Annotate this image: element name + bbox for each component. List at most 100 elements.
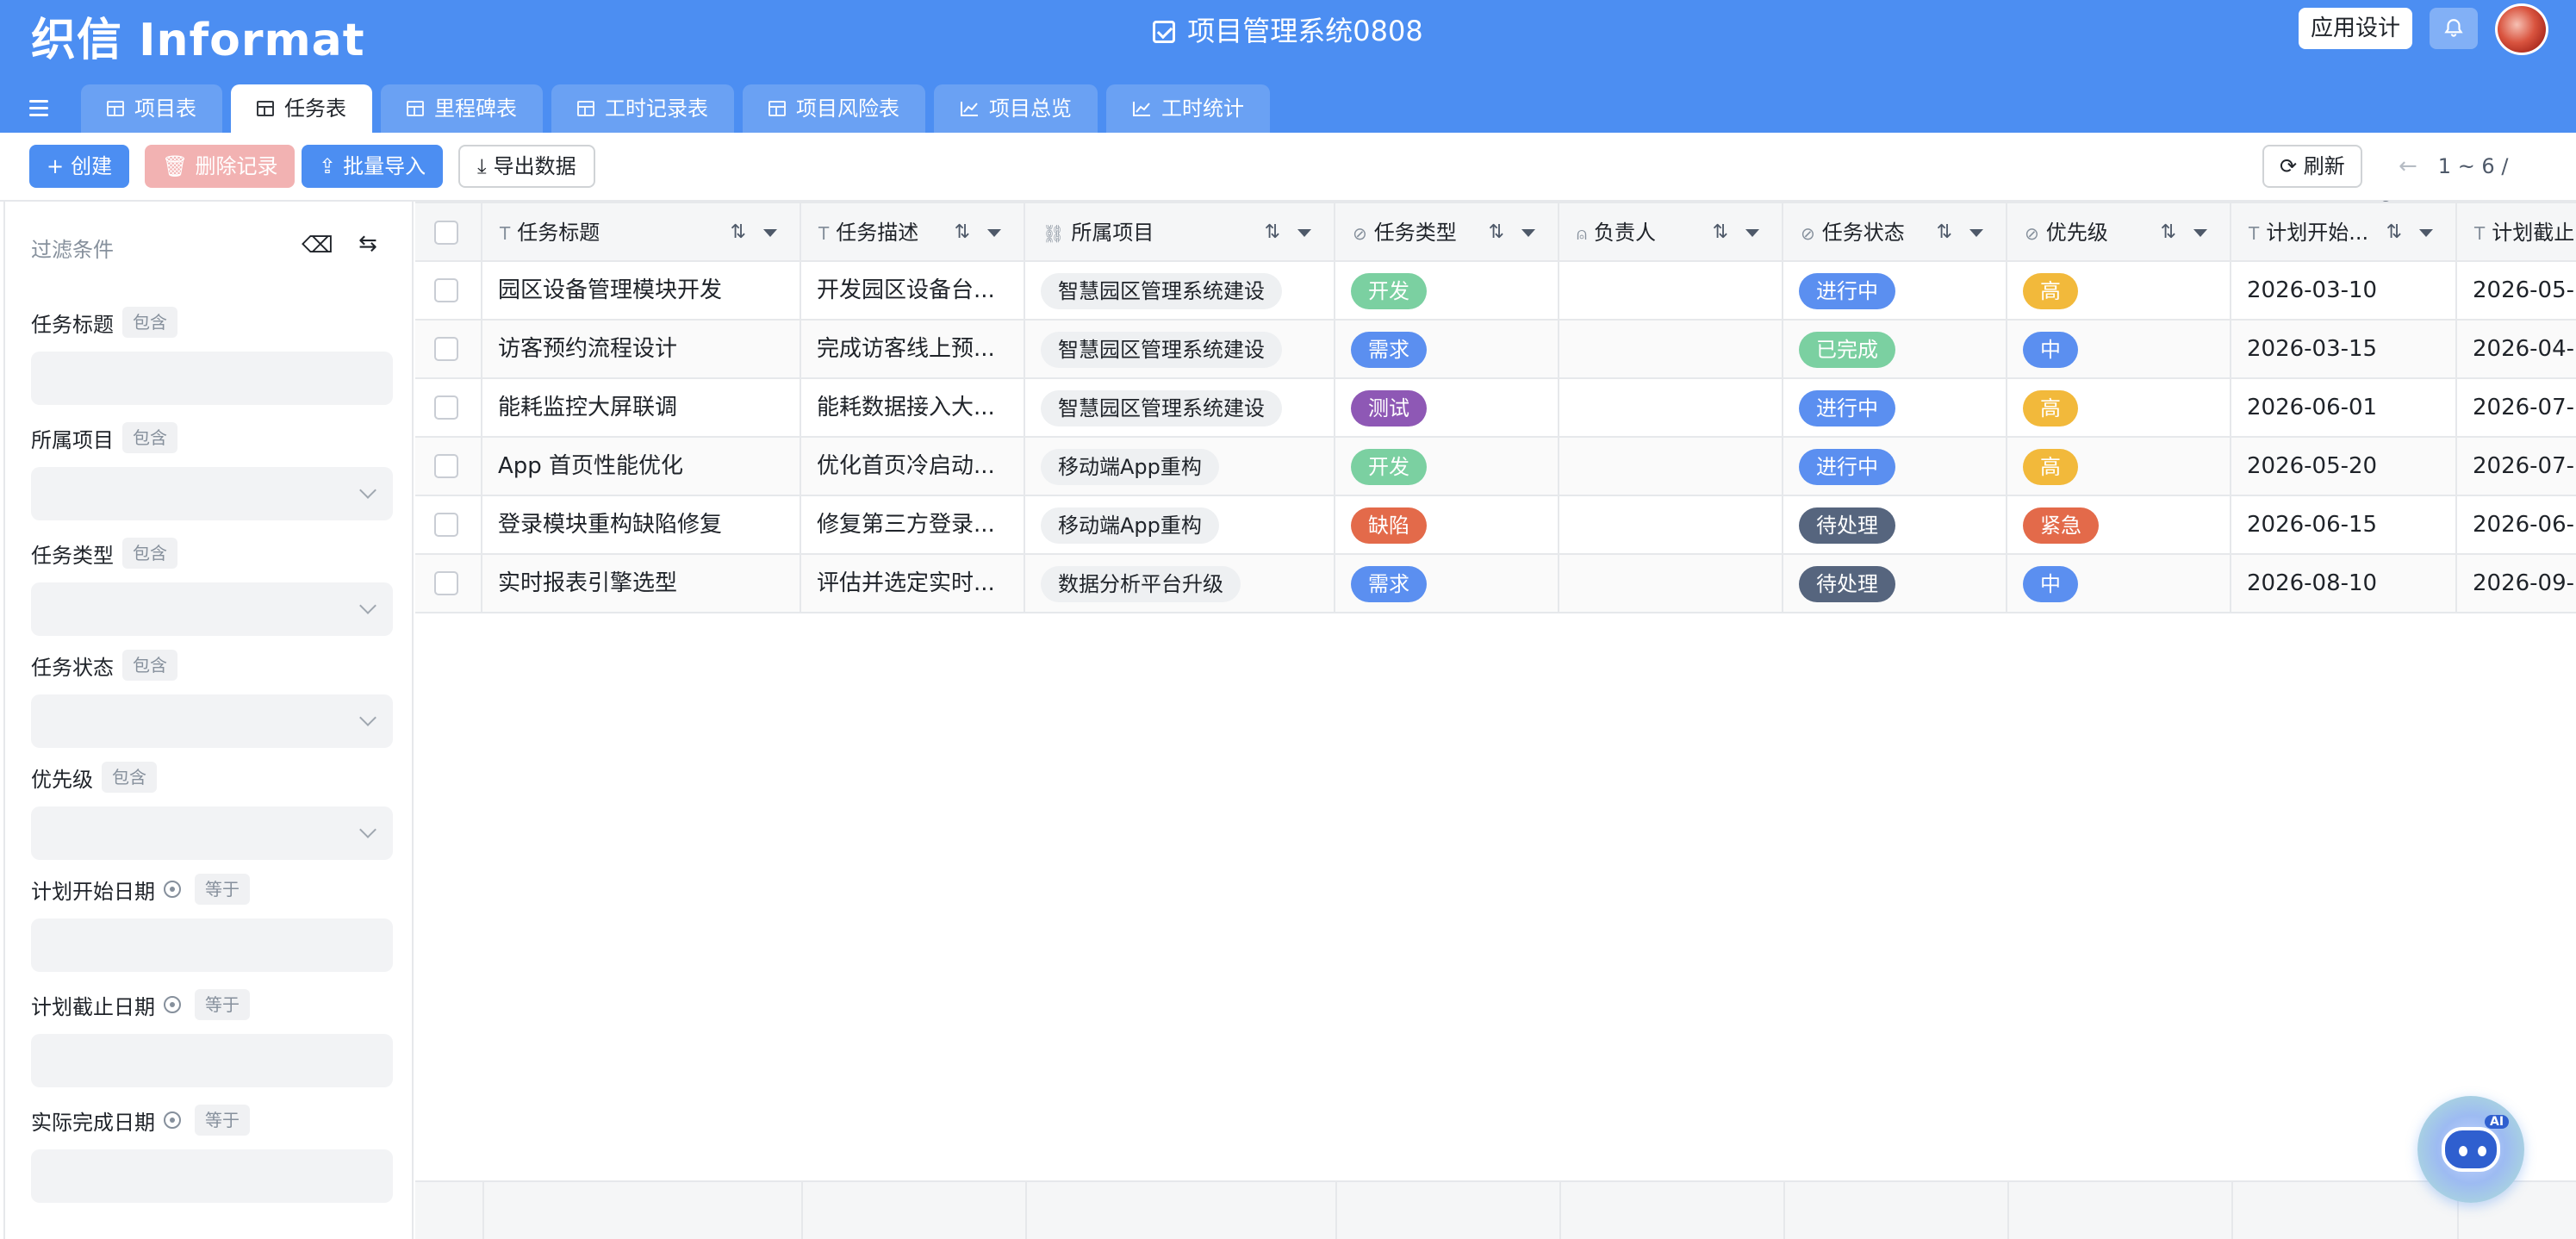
caret-down-icon[interactable] xyxy=(987,229,1001,237)
filter-input[interactable] xyxy=(31,352,393,405)
cell-desc[interactable]: 开发园区设备台... xyxy=(801,262,1025,319)
cell-start[interactable]: 2026-03-10 xyxy=(2231,262,2457,319)
cell-end[interactable]: 2026-05- xyxy=(2457,262,2576,319)
cell-end[interactable]: 2026-09- xyxy=(2457,555,2576,612)
cell-start[interactable]: 2026-06-01 xyxy=(2231,379,2457,436)
tab-item[interactable]: 工时记录表 xyxy=(551,84,734,133)
cell-title[interactable]: 访客预约流程设计 xyxy=(482,321,801,377)
caret-down-icon[interactable] xyxy=(763,229,777,237)
sort-icon[interactable]: ⇅ xyxy=(1265,203,1280,262)
cell-type[interactable]: 需求 xyxy=(1335,321,1559,377)
filter-select[interactable] xyxy=(31,467,393,520)
filter-operator[interactable]: 等于 xyxy=(195,874,250,905)
cell-status[interactable]: 进行中 xyxy=(1783,379,2007,436)
filter-select[interactable] xyxy=(31,582,393,636)
row-checkbox[interactable] xyxy=(434,395,458,420)
cell-end[interactable]: 2026-07- xyxy=(2457,379,2576,436)
cell-priority[interactable]: 紧急 xyxy=(2007,496,2231,553)
cell-desc[interactable]: 修复第三方登录... xyxy=(801,496,1025,553)
sort-icon[interactable]: ⇅ xyxy=(955,203,970,262)
filter-operator[interactable]: 包含 xyxy=(102,762,157,793)
cell-project[interactable]: 移动端App重构 xyxy=(1025,496,1335,553)
column-header[interactable]: T 计划开始... ⇅ xyxy=(2231,203,2457,262)
tab-item[interactable]: 工时统计 xyxy=(1106,84,1270,133)
swap-icon[interactable]: ⇆ xyxy=(358,231,377,257)
cell-priority[interactable]: 中 xyxy=(2007,321,2231,377)
sort-icon[interactable]: ⇅ xyxy=(1489,203,1504,262)
filter-operator[interactable]: 等于 xyxy=(195,1105,250,1136)
caret-down-icon[interactable] xyxy=(2193,229,2207,237)
table-row[interactable]: App 首页性能优化 优化首页冷启动... 移动端App重构 开发 进行中 高 2026-0… xyxy=(415,438,2576,496)
sort-icon[interactable]: ⇅ xyxy=(731,203,746,262)
caret-down-icon[interactable] xyxy=(1969,229,1983,237)
cell-type[interactable]: 测试 xyxy=(1335,379,1559,436)
app-design-button[interactable]: 应用设计 xyxy=(2299,8,2412,49)
row-checkbox[interactable] xyxy=(434,571,458,595)
cell-start[interactable]: 2026-08-10 xyxy=(2231,555,2457,612)
row-checkbox[interactable] xyxy=(434,337,458,361)
user-avatar[interactable] xyxy=(2495,3,2548,55)
cell-end[interactable]: 2026-06- xyxy=(2457,496,2576,553)
tab-item[interactable]: 项目风险表 xyxy=(743,84,925,133)
cell-type[interactable]: 开发 xyxy=(1335,262,1559,319)
cell-title[interactable]: App 首页性能优化 xyxy=(482,438,801,495)
cell-project[interactable]: 智慧园区管理系统建设 xyxy=(1025,321,1335,377)
notification-button[interactable] xyxy=(2430,8,2478,49)
cell-title[interactable]: 能耗监控大屏联调 xyxy=(482,379,801,436)
column-header[interactable]: ⊘ 任务状态 ⇅ xyxy=(1783,203,2007,262)
filter-select[interactable] xyxy=(31,694,393,748)
menu-icon[interactable] xyxy=(29,100,48,117)
sort-icon[interactable]: ⇅ xyxy=(2161,203,2176,262)
cell-desc[interactable]: 能耗数据接入大... xyxy=(801,379,1025,436)
sort-icon[interactable]: ⇅ xyxy=(2386,203,2402,262)
column-header[interactable]: ⛓ 所属项目 ⇅ xyxy=(1025,203,1335,262)
cell-status[interactable]: 进行中 xyxy=(1783,262,2007,319)
create-button[interactable]: + 创建 xyxy=(29,145,130,188)
table-row[interactable]: 园区设备管理模块开发 开发园区设备台... 智慧园区管理系统建设 开发 进行中 高 2026… xyxy=(415,262,2576,321)
table-row[interactable]: 访客预约流程设计 完成访客线上预... 智慧园区管理系统建设 需求 已完成 中 2026-0… xyxy=(415,321,2576,379)
cell-priority[interactable]: 高 xyxy=(2007,262,2231,319)
cell-owner[interactable] xyxy=(1559,379,1783,436)
cell-status[interactable]: 进行中 xyxy=(1783,438,2007,495)
cell-status[interactable]: 待处理 xyxy=(1783,555,2007,612)
column-header[interactable]: T 任务描述 ⇅ xyxy=(801,203,1025,262)
cell-end[interactable]: 2026-07- xyxy=(2457,438,2576,495)
column-header[interactable]: ⍝ 负责人 ⇅ xyxy=(1559,203,1783,262)
clear-filter-icon[interactable]: ⌫ xyxy=(302,233,333,258)
filter-input[interactable] xyxy=(31,1034,393,1087)
tab-item[interactable]: 里程碑表 xyxy=(381,84,543,133)
caret-down-icon[interactable] xyxy=(2419,229,2433,237)
batch-import-button[interactable]: ⇪ 批量导入 xyxy=(302,145,444,188)
export-data-button[interactable]: ⤓ 导出数据 xyxy=(458,145,595,188)
cell-owner[interactable] xyxy=(1559,496,1783,553)
row-checkbox[interactable] xyxy=(434,454,458,478)
cell-status[interactable]: 已完成 xyxy=(1783,321,2007,377)
cell-type[interactable]: 开发 xyxy=(1335,438,1559,495)
tab-item[interactable]: 项目表 xyxy=(81,84,222,133)
filter-operator[interactable]: 包含 xyxy=(122,307,177,338)
sort-icon[interactable]: ⇅ xyxy=(1937,203,1952,262)
table-row[interactable]: 登录模块重构缺陷修复 修复第三方登录... 移动端App重构 缺陷 待处理 紧急 2026-… xyxy=(415,496,2576,555)
tab-item[interactable]: 任务表 xyxy=(231,84,372,133)
column-header[interactable]: T 计划截止 xyxy=(2457,203,2576,262)
delete-records-button[interactable]: 🗑 删除记录 xyxy=(145,145,296,188)
ai-assistant-button[interactable]: AI xyxy=(2417,1096,2524,1203)
cell-title[interactable]: 实时报表引擎选型 xyxy=(482,555,801,612)
cell-title[interactable]: 登录模块重构缺陷修复 xyxy=(482,496,801,553)
filter-select[interactable] xyxy=(31,806,393,860)
filter-operator[interactable]: 包含 xyxy=(122,650,177,681)
table-row[interactable]: 实时报表引擎选型 评估并选定实时... 数据分析平台升级 需求 待处理 中 2026-08-… xyxy=(415,555,2576,613)
cell-owner[interactable] xyxy=(1559,262,1783,319)
cell-start[interactable]: 2026-06-15 xyxy=(2231,496,2457,553)
cell-end[interactable]: 2026-04- xyxy=(2457,321,2576,377)
cell-start[interactable]: 2026-05-20 xyxy=(2231,438,2457,495)
table-row[interactable]: 能耗监控大屏联调 能耗数据接入大... 智慧园区管理系统建设 测试 进行中 高 2026-0… xyxy=(415,379,2576,438)
cell-owner[interactable] xyxy=(1559,321,1783,377)
cell-start[interactable]: 2026-03-15 xyxy=(2231,321,2457,377)
cell-priority[interactable]: 中 xyxy=(2007,555,2231,612)
cell-owner[interactable] xyxy=(1559,438,1783,495)
cell-project[interactable]: 智慧园区管理系统建设 xyxy=(1025,379,1335,436)
cell-status[interactable]: 待处理 xyxy=(1783,496,2007,553)
cell-type[interactable]: 需求 xyxy=(1335,555,1559,612)
filter-input[interactable] xyxy=(31,918,393,972)
